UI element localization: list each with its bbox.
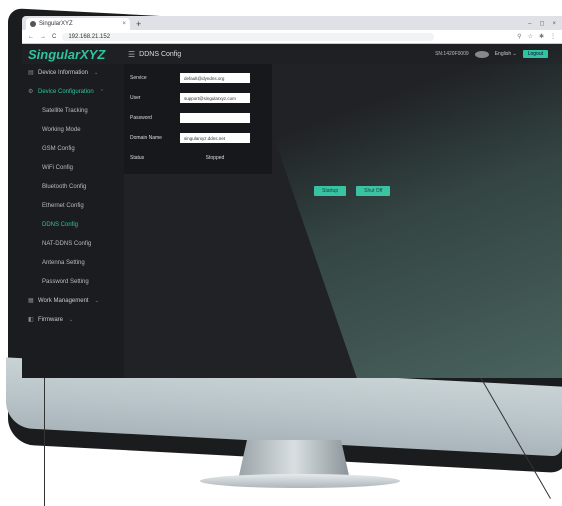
sidebar-item-label: Working Mode [42, 127, 81, 133]
url-input[interactable]: 192.168.21.152 [62, 32, 435, 41]
browser-tools: ⚲ ☆ ✱ ⋮ [517, 33, 556, 40]
gear-icon: ⚙ [28, 89, 34, 95]
service-label: Service [130, 75, 147, 81]
new-tab-button[interactable]: + [136, 18, 141, 30]
search-icon[interactable]: ⚲ [517, 33, 521, 40]
status-value: Stopped [205, 155, 225, 161]
sidebar-item-gsm-config[interactable]: GSM Config [22, 140, 124, 159]
header-right: SN:1420F0009 English ⌄ Logout [435, 50, 562, 58]
chevron-down-icon: ⌄ [94, 70, 99, 76]
sidebar-item-ethernet-config[interactable]: Ethernet Config [22, 197, 124, 216]
sidebar-item-device-configuration[interactable]: ⚙ Device Configuration ⌃ [22, 83, 124, 102]
back-button[interactable]: ← [28, 34, 34, 40]
forward-button[interactable]: → [40, 34, 46, 40]
service-row: Service default@dyndns.org [124, 68, 272, 88]
service-select[interactable]: default@dyndns.org [180, 73, 250, 83]
chevron-up-icon: ⌃ [99, 89, 104, 95]
sidebar-item-label: Device Information [38, 70, 89, 76]
status-row: Status Stopped [124, 148, 272, 168]
chevron-down-icon: ⌄ [94, 298, 99, 304]
ddns-config-form: Service default@dyndns.org User support@… [124, 64, 272, 174]
sidebar-item-password-setting[interactable]: Password Setting [22, 273, 124, 292]
sidebar-item-working-mode[interactable]: Working Mode [22, 121, 124, 140]
menu-dots-icon[interactable]: ⋮ [550, 33, 556, 40]
callout-line-left [44, 360, 45, 506]
user-row: User support@singularxyz.com [124, 88, 272, 108]
sidebar-item-label: DDNS Config [42, 222, 79, 228]
minimize-button[interactable]: – [528, 18, 531, 30]
sidebar-item-antenna-setting[interactable]: Antenna Setting [22, 254, 124, 273]
sidebar-item-label: Satellite Tracking [42, 108, 88, 114]
serial-number: SN:1420F0009 [435, 51, 469, 57]
user-label: User [130, 95, 141, 101]
device-info-icon: ▤ [28, 70, 34, 76]
sidebar-item-work-management[interactable]: ▦ Work Management ⌄ [22, 292, 124, 311]
reload-button[interactable]: C [52, 34, 56, 40]
monitor-stand-base [200, 474, 400, 488]
startup-button[interactable]: Startup [314, 186, 347, 196]
sidebar-item-label: WiFi Config [42, 165, 74, 171]
star-icon[interactable]: ☆ [528, 33, 533, 40]
maximize-button[interactable]: ◻ [540, 18, 545, 30]
domain-name-label: Domain Name [130, 135, 162, 141]
sidebar-item-label: Ethernet Config [42, 203, 84, 209]
sidebar-item-wifi-config[interactable]: WiFi Config [22, 159, 124, 178]
browser-tab[interactable]: SingularXYZ × [26, 18, 130, 30]
sidebar-item-label: Firmware [38, 317, 63, 323]
shut-off-button[interactable]: Shut Off [356, 186, 391, 196]
briefcase-icon: ▦ [28, 298, 34, 304]
domain-row: Domain Name singularxyz.ddns.net [124, 128, 272, 148]
chevron-down-icon: ⌄ [69, 317, 74, 323]
sidebar: ▤ Device Information ⌄ ⚙ Device Configur… [22, 64, 124, 378]
sidebar-item-ddns-config[interactable]: DDNS Config [22, 216, 124, 235]
sidebar-item-device-information[interactable]: ▤ Device Information ⌄ [22, 64, 124, 83]
monitor-screen: SingularXYZ × + – ◻ × ← → C 192.168.21.1… [22, 16, 562, 378]
sidebar-item-satellite-tracking[interactable]: Satellite Tracking [22, 102, 124, 121]
sidebar-item-label: Antenna Setting [42, 260, 85, 266]
receiver-icon [474, 50, 489, 58]
language-select[interactable]: English ⌄ [495, 51, 517, 57]
password-label: Password [130, 115, 152, 121]
sidebar-item-label: Work Management [38, 298, 89, 304]
user-input[interactable]: support@singularxyz.com [180, 93, 250, 103]
sidebar-item-bluetooth-config[interactable]: Bluetooth Config [22, 178, 124, 197]
action-buttons: Startup Shut Off [314, 186, 391, 196]
browser-tabbar: SingularXYZ × + – ◻ × [22, 16, 562, 30]
extension-icon[interactable]: ✱ [539, 33, 544, 40]
password-row: Password [124, 108, 272, 128]
hamburger-menu-icon[interactable]: ☰ [128, 50, 135, 59]
sidebar-item-label: Device Configuration [38, 89, 94, 95]
sidebar-item-label: Bluetooth Config [42, 184, 87, 190]
password-input[interactable] [180, 113, 250, 123]
status-label: Status [130, 155, 145, 161]
logo: SingularXYZ [28, 46, 106, 62]
logout-button[interactable]: Logout [522, 50, 548, 58]
domain-name-input[interactable]: singularxyz.ddns.net [180, 133, 250, 143]
favicon-icon [30, 21, 36, 27]
close-window-button[interactable]: × [552, 18, 556, 30]
sidebar-item-firmware[interactable]: ◧ Firmware ⌄ [22, 311, 124, 330]
address-bar: ← → C 192.168.21.152 ⚲ ☆ ✱ ⋮ [22, 30, 562, 44]
tab-title: SingularXYZ [39, 21, 73, 27]
sidebar-item-label: Password Setting [42, 279, 89, 285]
main-content: Service default@dyndns.org User support@… [124, 64, 562, 378]
sidebar-item-nat-ddns-config[interactable]: NAT-DDNS Config [22, 235, 124, 254]
window-controls: – ◻ × [528, 18, 562, 30]
sidebar-item-label: NAT-DDNS Config [42, 241, 92, 247]
app-header: SingularXYZ ☰ DDNS Config SN:1420F0009 E… [22, 44, 562, 65]
sidebar-item-label: GSM Config [42, 146, 75, 152]
firmware-icon: ◧ [28, 317, 34, 323]
tab-close-icon[interactable]: × [122, 21, 126, 27]
page-title: DDNS Config [139, 50, 182, 58]
